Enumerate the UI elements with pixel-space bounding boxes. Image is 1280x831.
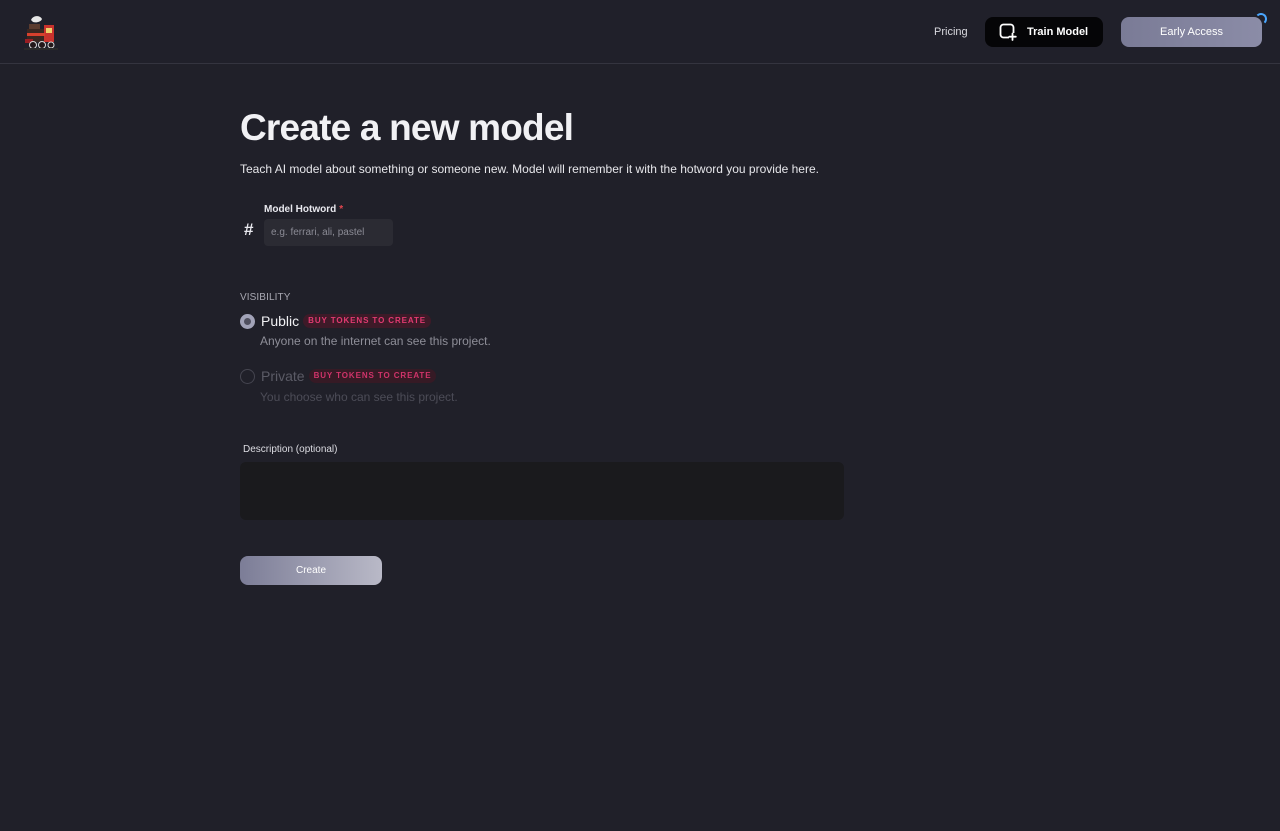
public-help-text: Anyone on the internet can see this proj… — [260, 334, 491, 348]
hotword-label: Model Hotword * — [264, 203, 343, 217]
spinner-icon — [1255, 13, 1267, 25]
hotword-input[interactable] — [264, 219, 393, 246]
pricing-link[interactable]: Pricing — [934, 24, 968, 40]
page-title: Create a new model — [240, 107, 574, 148]
description-textarea[interactable] — [240, 462, 844, 520]
page-subtitle: Teach AI model about something or someon… — [240, 162, 819, 176]
hash-prefix: # — [244, 220, 254, 239]
description-label: Description (optional) — [243, 444, 338, 455]
buy-tokens-badge: BUY TOKENS TO CREATE — [303, 314, 432, 328]
visibility-option-public[interactable]: Public BUY TOKENS TO CREATE — [240, 312, 432, 330]
public-label: Public — [261, 313, 300, 329]
private-label: Private — [261, 368, 305, 384]
create-button[interactable]: Create — [240, 556, 382, 585]
visibility-label: VISIBILITY — [240, 292, 291, 303]
radio-unchecked-icon[interactable] — [240, 368, 255, 384]
required-marker: * — [339, 204, 344, 215]
hotword-label-text: Model Hotword — [264, 204, 337, 215]
train-model-label: Train Model — [1027, 26, 1089, 38]
visibility-option-private[interactable]: Private BUY TOKENS TO CREATE — [240, 367, 437, 385]
private-help-text: You choose who can see this project. — [260, 390, 458, 404]
top-navbar: Pricing Train Model Early Access — [0, 0, 1280, 64]
early-access-button[interactable]: Early Access — [1121, 17, 1262, 47]
radio-checked-icon[interactable] — [240, 313, 255, 329]
buy-tokens-badge: BUY TOKENS TO CREATE — [308, 369, 437, 383]
train-model-button[interactable]: Train Model — [985, 17, 1103, 47]
train-logo-icon[interactable] — [24, 14, 58, 50]
plus-square-icon — [999, 23, 1017, 41]
